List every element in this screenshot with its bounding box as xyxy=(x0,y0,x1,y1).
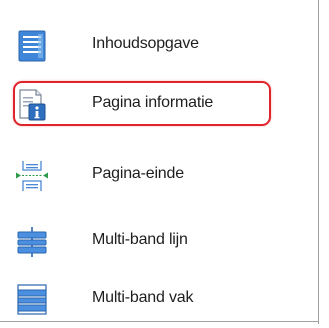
menu-item-label: Inhoudsopgave xyxy=(92,35,199,52)
highlight-callout xyxy=(13,81,271,126)
multi-band-line-icon xyxy=(14,224,50,260)
page-break-icon xyxy=(14,158,50,194)
menu-item-label: Multi-band lijn xyxy=(92,231,188,248)
menu-item-multi-band-box[interactable]: Multi-band vak xyxy=(0,272,318,328)
menu-item-label: Pagina-einde xyxy=(92,165,184,182)
table-of-contents-icon xyxy=(14,28,50,64)
panel-border-right xyxy=(318,0,319,324)
menu-item-page-break[interactable]: Pagina-einde xyxy=(0,148,318,204)
menu-item-label: Multi-band vak xyxy=(92,289,194,306)
insert-menu-panel: Inhoudsopgave Pagina informatie Pagina-e… xyxy=(0,0,318,324)
panel-border-bottom xyxy=(0,321,318,322)
multi-band-box-icon xyxy=(14,282,50,318)
menu-item-multi-band-line[interactable]: Multi-band lijn xyxy=(0,214,318,270)
menu-item-table-of-contents[interactable]: Inhoudsopgave xyxy=(0,18,318,74)
